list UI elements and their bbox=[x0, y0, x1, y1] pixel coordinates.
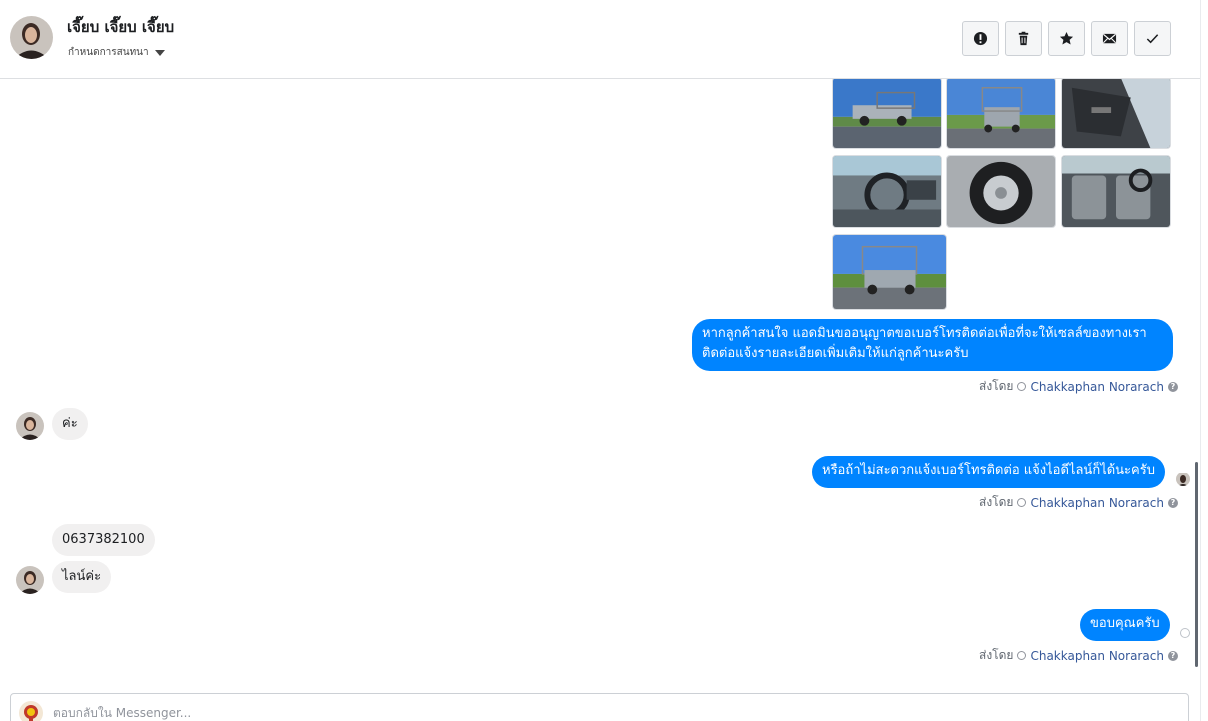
reply-input[interactable] bbox=[53, 703, 1153, 721]
contact-avatar[interactable] bbox=[10, 16, 53, 59]
agent-name-link[interactable]: Chakkaphan Norarach bbox=[1030, 380, 1163, 394]
message-bubble-outgoing[interactable]: หากลูกค้าสนใจ แอดมินขออนุญาตขอเบอร์โทรติ… bbox=[692, 319, 1173, 371]
scrollbar-track[interactable] bbox=[1200, 0, 1208, 721]
check-icon bbox=[1146, 34, 1159, 44]
trash-icon bbox=[1018, 31, 1029, 46]
message-text: หากลูกค้าสนใจ แอดมินขออนุญาตขอเบอร์โทรติ… bbox=[702, 326, 1147, 341]
read-receipt-avatar bbox=[1176, 472, 1190, 486]
contact-name[interactable]: เจี๊ยบ เจี๊ยบ เจี๊ยบ bbox=[67, 15, 174, 39]
contact-avatar-small[interactable] bbox=[16, 566, 44, 594]
photo-attachment[interactable] bbox=[1061, 155, 1171, 228]
star-icon bbox=[1059, 31, 1074, 45]
contact-avatar-small[interactable] bbox=[16, 412, 44, 440]
help-icon[interactable]: ? bbox=[1167, 381, 1178, 392]
message-bubble-incoming[interactable]: 0637382100 bbox=[52, 524, 155, 556]
sent-by-prefix: ส่งโดย bbox=[979, 379, 1014, 393]
photo-attachment[interactable] bbox=[1061, 79, 1171, 149]
reply-composer[interactable] bbox=[10, 693, 1189, 721]
help-icon[interactable]: ? bbox=[1167, 650, 1178, 661]
photo-attachment[interactable] bbox=[946, 79, 1056, 149]
message-bubble-outgoing[interactable]: หรือถ้าไม่สะดวกแจ้งเบอร์โทรติดต่อ แจ้งไอ… bbox=[812, 456, 1165, 488]
photo-attachment[interactable] bbox=[832, 79, 942, 149]
agent-name-link[interactable]: Chakkaphan Norarach bbox=[1030, 496, 1163, 510]
conversation-status-label: กำหนดการสนทนา bbox=[68, 47, 149, 58]
scrollbar-thumb[interactable] bbox=[1195, 462, 1198, 667]
message-thread[interactable]: หากลูกค้าสนใจ แอดมินขออนุญาตขอเบอร์โทรติ… bbox=[0, 79, 1195, 691]
check-circle-icon bbox=[1017, 382, 1027, 391]
sent-by-line: ส่งโดย Chakkaphan Norarach ? bbox=[979, 646, 1178, 665]
mark-done-button[interactable] bbox=[1134, 21, 1171, 56]
message-text: ติดต่อแจ้งรายละเอียดเพิ่มเติมให้แก่ลูกค้… bbox=[702, 346, 969, 361]
photo-attachment[interactable] bbox=[832, 155, 942, 228]
check-circle-icon bbox=[1017, 498, 1027, 507]
star-button[interactable] bbox=[1048, 21, 1085, 56]
photo-attachment[interactable] bbox=[832, 234, 947, 310]
page-avatar bbox=[19, 701, 43, 721]
report-button[interactable] bbox=[962, 21, 999, 56]
exclamation-icon bbox=[973, 31, 988, 46]
conversation-status-dropdown[interactable]: กำหนดการสนทนา bbox=[68, 45, 165, 60]
sent-by-prefix: ส่งโดย bbox=[979, 495, 1014, 509]
sent-by-line: ส่งโดย Chakkaphan Norarach ? bbox=[979, 493, 1178, 512]
message-bubble-outgoing[interactable]: ขอบคุณครับ bbox=[1080, 609, 1170, 641]
delivered-check-icon bbox=[1180, 628, 1190, 638]
envelope-icon bbox=[1102, 33, 1117, 44]
agent-name-link[interactable]: Chakkaphan Norarach bbox=[1030, 649, 1163, 663]
check-circle-icon bbox=[1017, 651, 1027, 660]
message-bubble-incoming[interactable]: ไลน์ค่ะ bbox=[52, 561, 112, 593]
sent-by-line: ส่งโดย Chakkaphan Norarach ? bbox=[979, 377, 1178, 396]
caret-down-icon bbox=[154, 49, 165, 56]
conversation-header: เจี๊ยบ เจี๊ยบ เจี๊ยบ กำหนดการสนทนา bbox=[0, 0, 1200, 79]
help-icon[interactable]: ? bbox=[1167, 497, 1178, 508]
mark-unread-button[interactable] bbox=[1091, 21, 1128, 56]
message-bubble-incoming[interactable]: ค่ะ bbox=[52, 408, 88, 440]
photo-attachment[interactable] bbox=[946, 155, 1056, 228]
delete-button[interactable] bbox=[1005, 21, 1042, 56]
conversation-actions bbox=[962, 21, 1171, 56]
sent-by-prefix: ส่งโดย bbox=[979, 648, 1014, 662]
